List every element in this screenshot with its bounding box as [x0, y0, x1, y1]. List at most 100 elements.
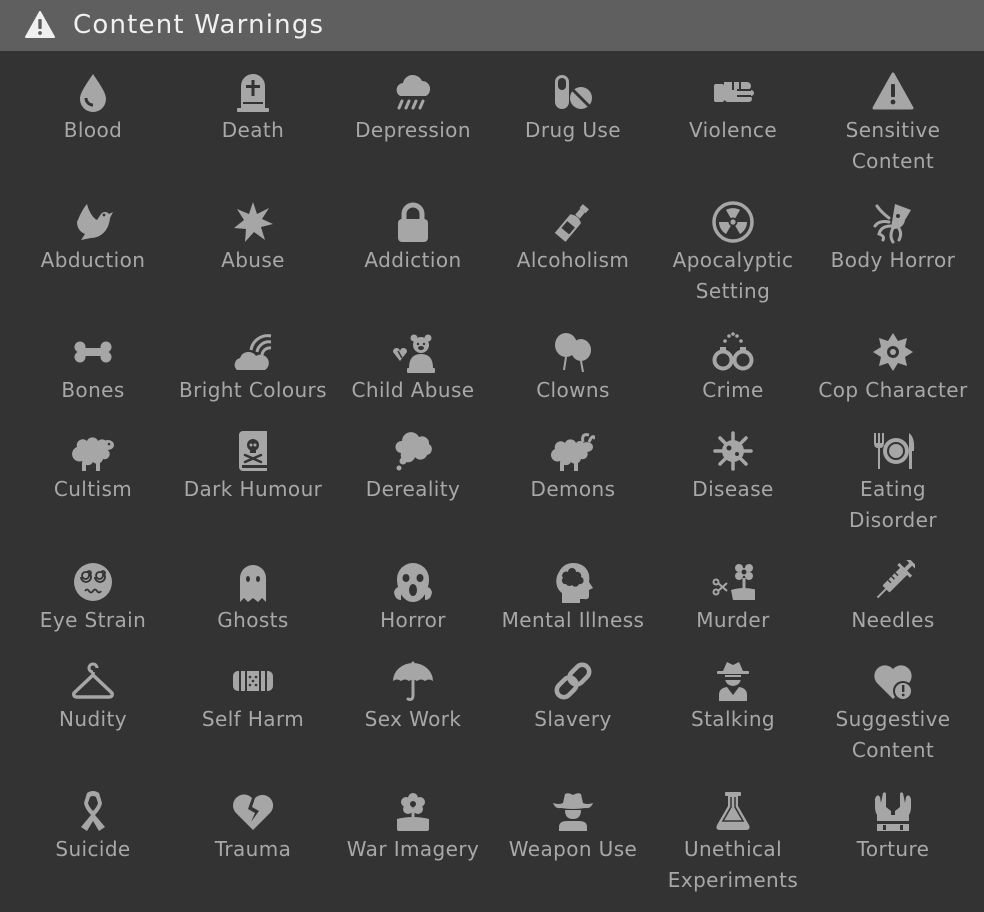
- warning-item-suicide[interactable]: Suicide: [13, 788, 173, 865]
- warning-item-sex-work[interactable]: Sex Work: [333, 658, 493, 735]
- warning-label: Dereality: [365, 477, 461, 501]
- warning-label: Violence: [688, 118, 778, 142]
- warning-item-addiction[interactable]: Addiction: [333, 199, 493, 276]
- bone-icon: [68, 329, 118, 375]
- warning-item-torture[interactable]: Torture: [813, 788, 973, 865]
- warning-label: Apocalyptic Setting: [672, 248, 794, 303]
- ghost-icon: [228, 559, 278, 605]
- warning-item-trauma[interactable]: Trauma: [173, 788, 333, 865]
- page-title: Content Warnings: [73, 10, 325, 40]
- cowboy-icon: [548, 788, 598, 834]
- warning-item-abduction[interactable]: Abduction: [13, 199, 173, 276]
- warning-label: Eye Strain: [39, 608, 147, 632]
- warning-label: Bones: [61, 378, 125, 402]
- warning-item-ghosts[interactable]: Ghosts: [173, 559, 333, 636]
- pills-icon: [548, 69, 598, 115]
- warning-item-disease[interactable]: Disease: [653, 428, 813, 505]
- tombstone-icon: [228, 69, 278, 115]
- warning-item-death[interactable]: Death: [173, 69, 333, 146]
- bottle-icon: [548, 199, 598, 245]
- warning-label: Needles: [851, 608, 935, 632]
- warning-label: Abduction: [40, 248, 146, 272]
- warning-item-suggestive-content[interactable]: Suggestive Content: [813, 658, 973, 766]
- blood-drop-icon: [68, 69, 118, 115]
- rainbow-icon: [228, 329, 278, 375]
- dizzy-face-icon: [68, 559, 118, 605]
- warning-label: Dark Humour: [183, 477, 323, 501]
- warning-item-self-harm[interactable]: Self Harm: [173, 658, 333, 735]
- warning-item-body-horror[interactable]: Body Horror: [813, 199, 973, 276]
- warning-item-cultism[interactable]: Cultism: [13, 428, 173, 505]
- warning-item-child-abuse[interactable]: Child Abuse: [333, 329, 493, 406]
- warning-item-abuse[interactable]: Abuse: [173, 199, 333, 276]
- goat-icon: [548, 428, 598, 474]
- brain-head-icon: [548, 559, 598, 605]
- warning-item-mental-illness[interactable]: Mental Illness: [493, 559, 653, 636]
- warning-label: Weapon Use: [508, 837, 638, 861]
- chain-icon: [548, 658, 598, 704]
- syringe-icon: [868, 559, 918, 605]
- warning-label: Slavery: [534, 707, 612, 731]
- warning-label: Crime: [702, 378, 764, 402]
- warning-label: Demons: [530, 477, 616, 501]
- warning-item-apocalyptic-setting[interactable]: Apocalyptic Setting: [653, 199, 813, 307]
- warning-label: Blood: [63, 118, 123, 142]
- warning-item-slavery[interactable]: Slavery: [493, 658, 653, 735]
- warning-label: Trauma: [214, 837, 292, 861]
- warning-item-blood[interactable]: Blood: [13, 69, 173, 146]
- warning-item-demons[interactable]: Demons: [493, 428, 653, 505]
- warning-label: Self Harm: [201, 707, 305, 731]
- warning-item-crime[interactable]: Crime: [653, 329, 813, 406]
- rain-cloud-icon: [388, 69, 438, 115]
- warning-item-murder[interactable]: Murder: [653, 559, 813, 636]
- warning-label: Body Horror: [830, 248, 956, 272]
- warning-label: Ghosts: [217, 608, 289, 632]
- warning-item-nudity[interactable]: Nudity: [13, 658, 173, 735]
- warning-item-bright-colours[interactable]: Bright Colours: [173, 329, 333, 406]
- warning-item-war-imagery[interactable]: War Imagery: [333, 788, 493, 865]
- badge-icon: [868, 329, 918, 375]
- cutlery-plate-icon: [868, 428, 918, 474]
- dove-icon: [68, 199, 118, 245]
- warning-grid: Blood Death Depression Drug Use Violence Sens…: [0, 51, 984, 912]
- hands-restraint-icon: [868, 788, 918, 834]
- warning-item-clowns[interactable]: Clowns: [493, 329, 653, 406]
- warning-item-eye-strain[interactable]: Eye Strain: [13, 559, 173, 636]
- warning-item-depression[interactable]: Depression: [333, 69, 493, 146]
- warning-item-weapon-use[interactable]: Weapon Use: [493, 788, 653, 865]
- broken-heart-icon: [228, 788, 278, 834]
- warning-item-unethical-experiments[interactable]: Unethical Experiments: [653, 788, 813, 896]
- spy-icon: [708, 658, 758, 704]
- screaming-face-icon: [388, 559, 438, 605]
- warning-item-needles[interactable]: Needles: [813, 559, 973, 636]
- warning-label: Stalking: [690, 707, 776, 731]
- lock-icon: [388, 199, 438, 245]
- warning-item-horror[interactable]: Horror: [333, 559, 493, 636]
- hanger-icon: [68, 658, 118, 704]
- header-bar: Content Warnings: [0, 0, 984, 51]
- warning-item-dark-humour[interactable]: Dark Humour: [173, 428, 333, 505]
- warning-label: Cultism: [53, 477, 133, 501]
- warning-item-bones[interactable]: Bones: [13, 329, 173, 406]
- warning-label: War Imagery: [346, 837, 480, 861]
- warning-label: Abuse: [221, 248, 285, 272]
- flask-icon: [708, 788, 758, 834]
- poppy-icon: [388, 788, 438, 834]
- burst-icon: [228, 199, 278, 245]
- warning-item-eating-disorder[interactable]: Eating Disorder: [813, 428, 973, 536]
- warning-item-drug-use[interactable]: Drug Use: [493, 69, 653, 146]
- skull-book-icon: [228, 428, 278, 474]
- warning-item-violence[interactable]: Violence: [653, 69, 813, 146]
- warning-item-alcoholism[interactable]: Alcoholism: [493, 199, 653, 276]
- warning-label: Drug Use: [525, 118, 621, 142]
- squid-icon: [868, 199, 918, 245]
- warning-item-cop-character[interactable]: Cop Character: [813, 329, 973, 406]
- warning-label: Addiction: [364, 248, 462, 272]
- warning-label: Murder: [696, 608, 770, 632]
- warning-item-sensitive-content[interactable]: Sensitive Content: [813, 69, 973, 177]
- warning-item-stalking[interactable]: Stalking: [653, 658, 813, 735]
- warning-label: Nudity: [59, 707, 127, 731]
- warning-item-dereality[interactable]: Dereality: [333, 428, 493, 505]
- warning-label: Torture: [856, 837, 930, 861]
- warning-label: Suggestive Content: [835, 707, 951, 762]
